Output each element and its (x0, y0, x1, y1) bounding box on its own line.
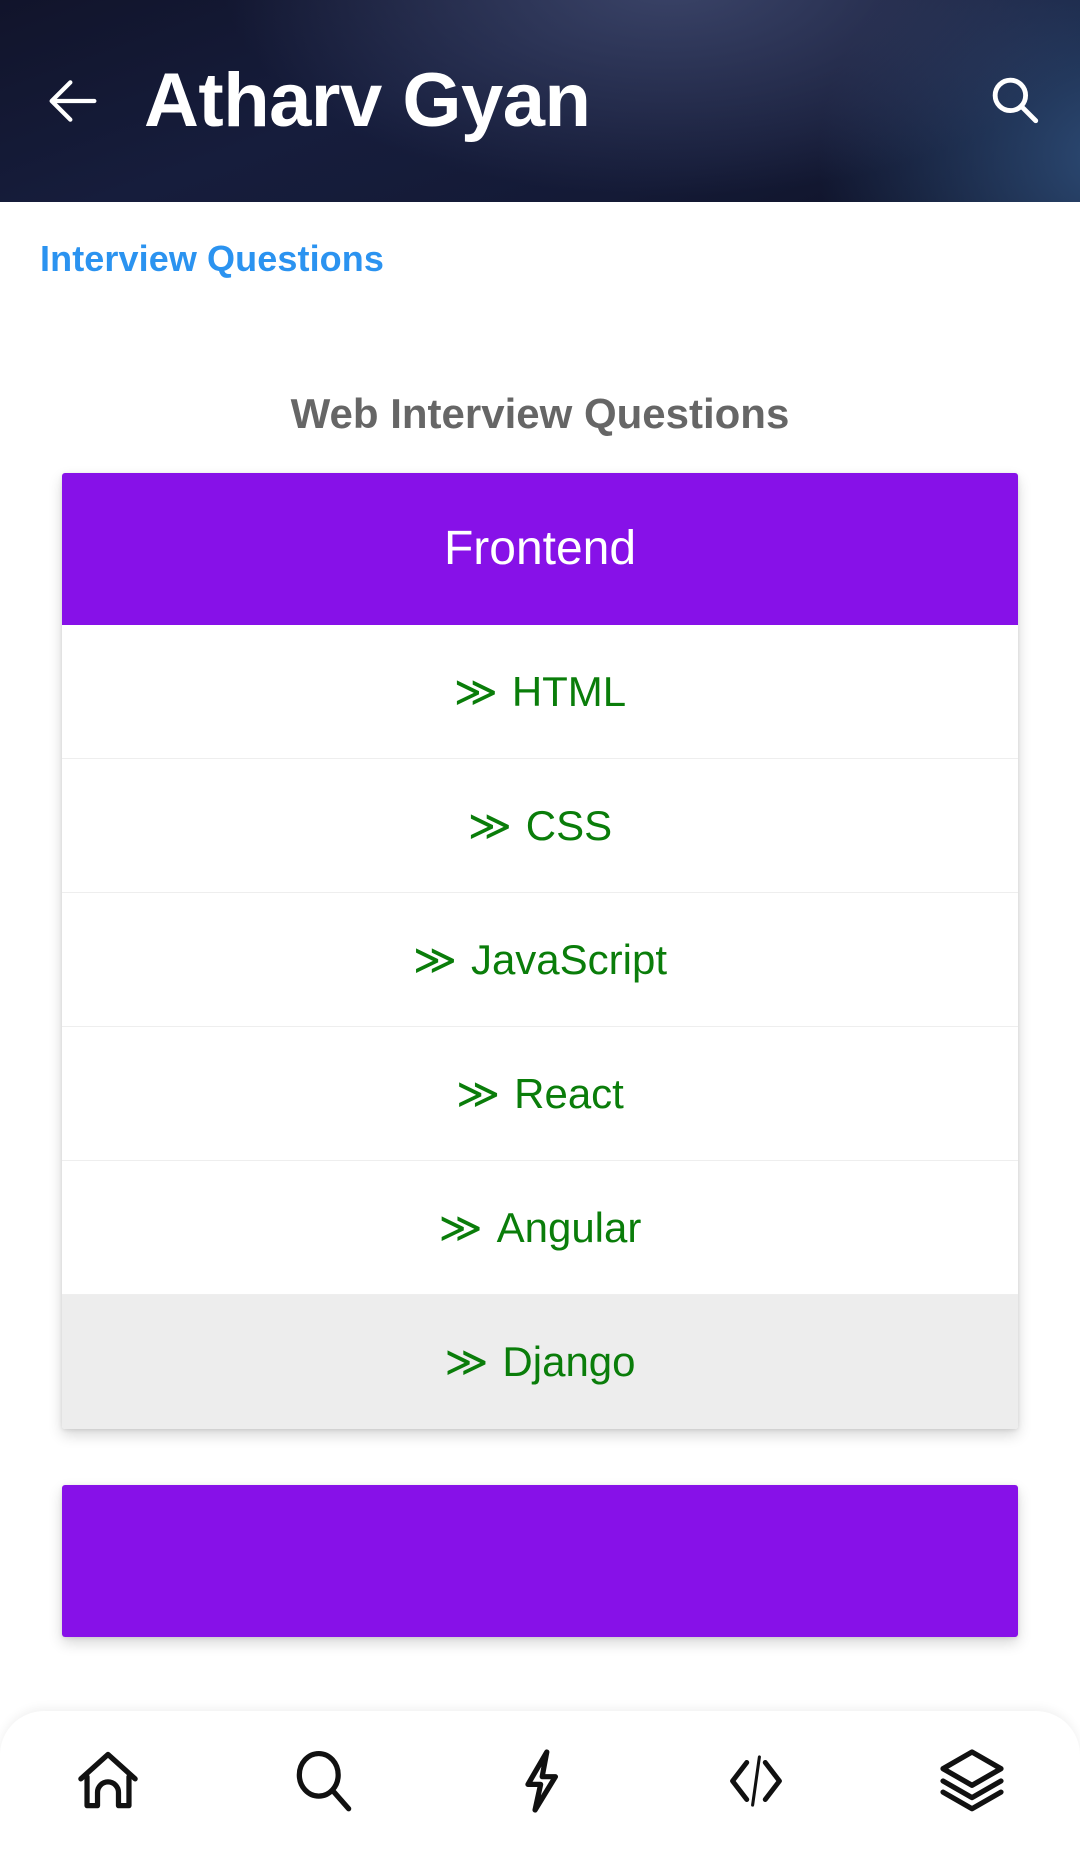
list-item[interactable]: ≫ Angular (62, 1161, 1018, 1295)
frontend-card: Frontend ≫ HTML ≫ CSS ≫ JavaScript ≫ React ≫ Angu… (62, 473, 1018, 1429)
search-icon (287, 1744, 361, 1818)
list-item-label: CSS (525, 801, 613, 849)
section-heading: Web Interview Questions (290, 390, 790, 437)
list-item-label: HTML (511, 667, 627, 715)
double-chevron-icon: ≫ (467, 801, 512, 849)
double-chevron-icon: ≫ (453, 667, 498, 715)
card-header-frontend: Frontend (62, 473, 1018, 625)
layers-icon (935, 1744, 1009, 1818)
home-icon (71, 1744, 145, 1818)
double-chevron-icon: ≫ (444, 1338, 489, 1385)
app-root: Atharv Gyan Interview Questions Web Inte… (0, 0, 1080, 1851)
code-icon (719, 1744, 793, 1818)
nav-item-code[interactable] (676, 1711, 836, 1851)
double-chevron-icon: ≫ (438, 1203, 483, 1251)
nav-item-layers[interactable] (892, 1711, 1052, 1851)
breadcrumb-interview-questions[interactable]: Interview Questions (40, 238, 384, 280)
content-scroll-area[interactable]: Interview Questions Web Interview Questi… (0, 202, 1080, 1851)
double-chevron-icon: ≫ (456, 1069, 501, 1117)
lightning-icon (503, 1744, 577, 1818)
nav-item-home[interactable] (28, 1711, 188, 1851)
list-item-label: React (514, 1069, 624, 1117)
list-item-label: JavaScript (470, 935, 668, 983)
arrow-left-icon (41, 69, 105, 133)
frontend-topic-list: ≫ HTML ≫ CSS ≫ JavaScript ≫ React ≫ Angular ≫ Djang… (62, 625, 1018, 1429)
list-item-label: Django (502, 1338, 636, 1385)
nav-item-search[interactable] (244, 1711, 404, 1851)
list-item-label: Angular (496, 1203, 642, 1251)
search-button[interactable] (962, 49, 1066, 153)
nav-item-flash[interactable] (460, 1711, 620, 1851)
list-item[interactable]: ≫ CSS (62, 759, 1018, 893)
page-title: Atharv Gyan (144, 58, 591, 143)
list-item[interactable]: ≫ JavaScript (62, 893, 1018, 1027)
next-card (62, 1485, 1018, 1637)
search-icon (985, 70, 1043, 133)
list-item[interactable]: ≫ React (62, 1027, 1018, 1161)
back-button[interactable] (18, 46, 128, 156)
bottom-navigation-bar (0, 1711, 1080, 1851)
app-bar: Atharv Gyan (0, 0, 1080, 202)
list-item[interactable]: ≫ Django (62, 1295, 1018, 1429)
double-chevron-icon: ≫ (412, 935, 457, 983)
card-header-next (62, 1485, 1018, 1637)
list-item[interactable]: ≫ HTML (62, 625, 1018, 759)
